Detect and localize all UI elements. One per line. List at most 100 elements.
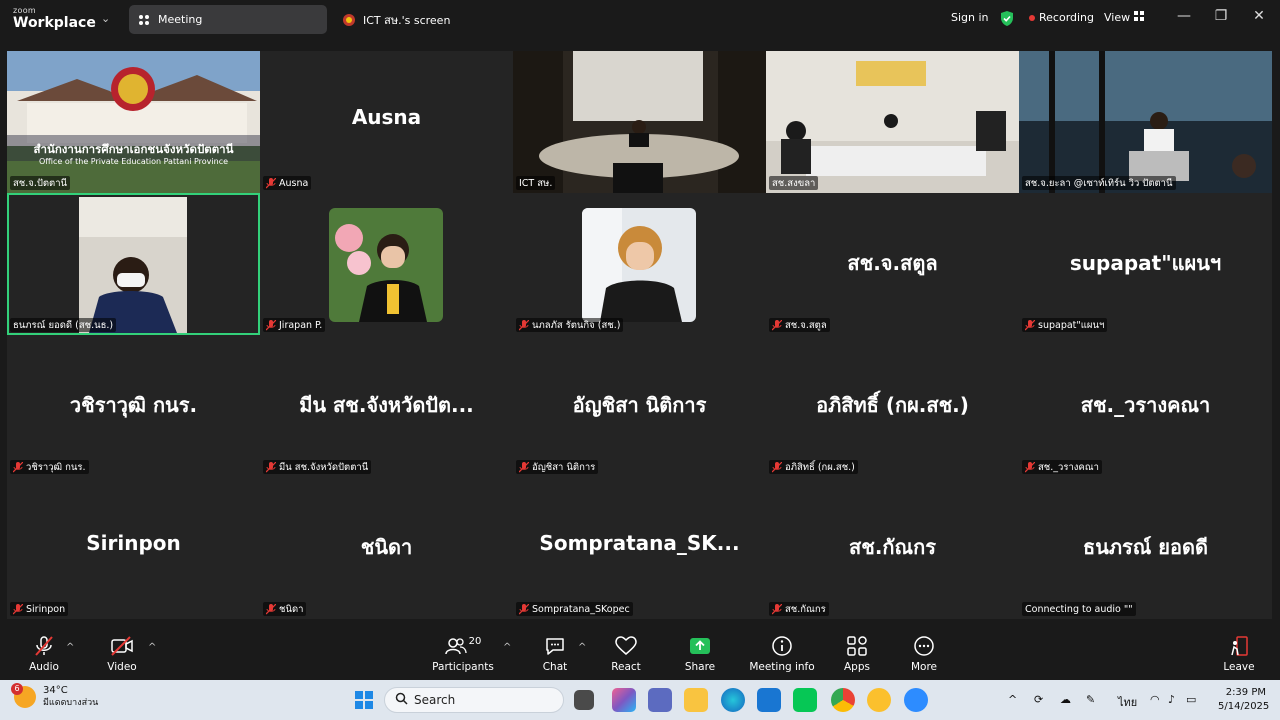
weather-description: มีแดดบางส่วน (43, 697, 99, 708)
cloud-icon[interactable]: ☁ (1060, 693, 1071, 706)
close-icon[interactable]: ✕ (1248, 8, 1270, 24)
mic-muted-icon (519, 603, 529, 614)
search-label: Search (414, 693, 456, 707)
participant-display-name: มีน สช.จังหวัดปัต... (299, 393, 474, 417)
video-tile[interactable]: Sompratana_SK... Sompratana_SKopec (513, 477, 766, 619)
video-tile[interactable]: มีน สช.จังหวัดปัต... มีน สช.จังหวัดปัตตา… (260, 335, 513, 477)
video-tile[interactable]: อัญชิสา นิติการ อัญชิสา นิติการ (513, 335, 766, 477)
video-options-caret[interactable]: ^ (148, 642, 156, 653)
video-tile[interactable]: ธนภรณ์ ยอดดี Connecting to audio "" (1019, 477, 1272, 619)
video-tile[interactable]: อภิสิทธิ์ (กผ.สช.) อภิสิทธิ์ (กผ.สช.) (766, 335, 1019, 477)
store-icon[interactable] (757, 688, 781, 712)
participant-name-label: อภิสิทธิ์ (กผ.สช.) (769, 460, 858, 474)
mic-muted-icon (13, 603, 23, 614)
video-tile[interactable]: Ausna Ausna (260, 51, 513, 193)
windows-start-icon[interactable] (352, 688, 376, 712)
share-button[interactable]: Share (680, 634, 720, 673)
minimize-icon[interactable]: — (1173, 8, 1195, 24)
video-tile[interactable]: สช.สงขลา (766, 51, 1019, 193)
participant-name-label: มีน สช.จังหวัดปัตตานี (263, 460, 372, 474)
chat-options-caret[interactable]: ^ (578, 642, 586, 653)
teams-icon[interactable] (648, 688, 672, 712)
line-app-icon[interactable] (793, 688, 817, 712)
react-button[interactable]: React (606, 634, 646, 673)
mic-muted-icon (22, 634, 66, 658)
apps-button[interactable]: Apps (838, 634, 876, 673)
meeting-room-image (1019, 51, 1272, 193)
recording-indicator[interactable]: Recording (1029, 11, 1094, 24)
heart-icon (606, 634, 646, 658)
video-tile[interactable]: ICT สษ. (513, 51, 766, 193)
volume-icon[interactable]: ♪ (1168, 693, 1175, 706)
chevron-down-icon[interactable]: ⌄ (101, 12, 110, 25)
zoom-app-icon[interactable] (904, 688, 928, 712)
participant-display-name: อัญชิสา นิติการ (572, 393, 707, 417)
participant-display-name: Ausna (351, 105, 422, 129)
video-tile[interactable]: Sirinpon Sirinpon (7, 477, 260, 619)
file-explorer-icon[interactable] (684, 688, 708, 712)
input-language[interactable]: ไทย (1118, 693, 1137, 711)
participant-name-label: ธนภรณ์ ยอดดี (สช.นธ.) (10, 318, 117, 332)
tab-shared-screen[interactable]: ICT สษ.'s screen (334, 5, 534, 34)
clock-time: 2:39 PM (1225, 687, 1266, 698)
taskbar-search[interactable]: Search (384, 687, 564, 713)
audio-button[interactable]: Audio (22, 634, 66, 673)
system-clock[interactable]: 2:39 PM 5/14/2025 (1218, 686, 1269, 714)
participant-name-label: นภลภัส รัตนกิจ (สช.) (516, 318, 624, 332)
notification-badge: 6 (11, 682, 23, 695)
weather-widget[interactable]: 6 34°C มีแดดบางส่วน (11, 682, 99, 709)
mic-muted-icon (266, 461, 276, 472)
video-tile[interactable]: สช._วรางคณา สช._วรางคณา (1019, 335, 1272, 477)
active-speaker-tile[interactable]: ธนภรณ์ ยอดดี (สช.นธ.) (7, 193, 260, 335)
video-tile[interactable]: สำนักงานการศึกษาเอกชนจังหวัดปัตตานี Offi… (7, 51, 260, 193)
video-button[interactable]: Video (100, 634, 144, 673)
chat-icon (535, 634, 575, 658)
participant-name-label: อัญชิสา นิติการ (516, 460, 599, 474)
video-tile[interactable]: นภลภัส รัตนกิจ (สช.) (513, 193, 766, 335)
video-tile[interactable]: วชิราวุฒิ กนร. วชิราวุฒิ กนร. (7, 335, 260, 477)
chat-button[interactable]: Chat (535, 634, 575, 673)
more-button[interactable]: More (904, 634, 944, 673)
participants-count: 20 (468, 635, 482, 647)
canary-icon[interactable] (867, 688, 891, 712)
video-tile[interactable]: สช.กัณกร สช.กัณกร (766, 477, 1019, 619)
shield-icon[interactable] (999, 10, 1015, 27)
video-tile[interactable]: สช.จ.ยะลา @เซาท์เทิร์น วิว ปัตตานี (1019, 51, 1272, 193)
participant-display-name: Sompratana_SK... (539, 531, 740, 555)
sync-icon[interactable]: ⟳ (1034, 693, 1043, 706)
video-tile[interactable]: supapat"แผนฯ supapat"แผนฯ (1019, 193, 1272, 335)
leave-icon (1220, 634, 1258, 658)
share-screen-icon (680, 634, 720, 658)
audio-options-caret[interactable]: ^ (66, 642, 74, 653)
participants-options-caret[interactable]: ^ (503, 642, 511, 653)
participant-name-label: สช.กัณกร (769, 602, 829, 616)
chevron-up-icon[interactable]: ^ (1008, 693, 1017, 706)
participants-button[interactable]: 20 Participants (430, 634, 496, 674)
pen-icon[interactable]: ✎ (1086, 693, 1095, 706)
building-banner-image (7, 51, 260, 193)
leave-button[interactable]: Leave (1220, 634, 1258, 673)
maximize-icon[interactable]: ❐ (1210, 8, 1232, 24)
view-button[interactable]: View (1104, 11, 1145, 24)
video-tile[interactable]: สช.จ.สตูล สช.จ.สตูล (766, 193, 1019, 335)
sign-in-link[interactable]: Sign in (951, 11, 989, 24)
edge-icon[interactable] (721, 688, 745, 712)
mic-muted-icon (772, 319, 782, 330)
apps-icon (838, 634, 876, 658)
task-view-icon[interactable] (574, 690, 594, 710)
meeting-info-button[interactable]: Meeting info (748, 634, 816, 673)
participant-display-name: supapat"แผนฯ (1069, 251, 1222, 275)
tab-meeting[interactable]: Meeting (129, 5, 327, 34)
battery-icon[interactable]: ▭ (1186, 693, 1196, 706)
more-icon (904, 634, 944, 658)
grid-view-icon (1134, 11, 1145, 24)
wifi-icon[interactable]: ◠ (1150, 693, 1160, 706)
banner-subtitle: Office of the Private Education Pattani … (38, 157, 229, 166)
chrome-icon[interactable] (831, 688, 855, 712)
participant-name-label: ICT สษ. (516, 176, 556, 190)
video-tile[interactable]: Jirapan P. (260, 193, 513, 335)
video-tile[interactable]: ชนิดา ชนิดา (260, 477, 513, 619)
profile-photo (329, 208, 443, 322)
copilot-icon[interactable] (612, 688, 636, 712)
participants-icon (444, 638, 467, 655)
